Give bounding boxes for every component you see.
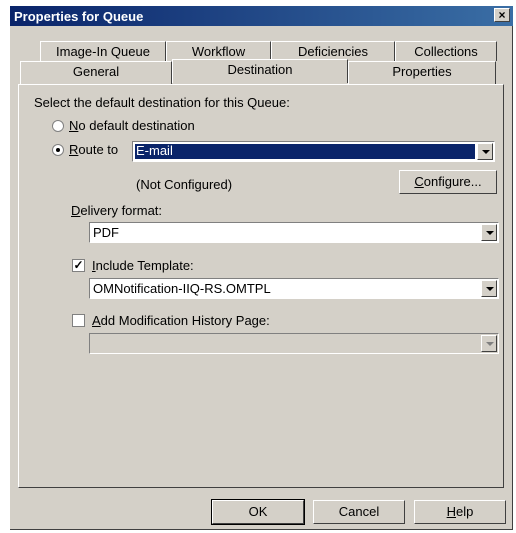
no-default-radio[interactable] <box>52 120 64 132</box>
tab-image-in-queue[interactable]: Image-In Queue <box>40 41 166 61</box>
help-label-rest: elp <box>456 504 474 519</box>
route-to-selection-highlight <box>135 144 475 159</box>
delivery-format-mnemonic: D <box>71 203 81 218</box>
cancel-button[interactable]: Cancel <box>313 500 405 524</box>
route-to-label-rest: oute to <box>78 142 119 157</box>
tab-workflow[interactable]: Workflow <box>166 41 271 61</box>
template-select[interactable]: OMNotification-IIQ-RS.OMTPL <box>89 278 499 299</box>
tab-properties-label: Properties <box>392 64 452 79</box>
no-default-label-rest: o default destination <box>78 118 195 133</box>
tab-deficiencies[interactable]: Deficiencies <box>271 41 395 61</box>
title-bar[interactable]: Properties for Queue × <box>10 6 513 26</box>
no-default-label[interactable]: No default destination <box>69 118 195 133</box>
history-dropdown-arrow-icon <box>481 335 497 352</box>
configure-button[interactable]: Configure... <box>399 170 497 194</box>
delivery-format-label-rest: elivery format: <box>80 203 163 218</box>
tab-deficiencies-label: Deficiencies <box>297 44 369 59</box>
route-to-radio[interactable] <box>52 144 64 156</box>
help-mnemonic: H <box>446 504 457 519</box>
route-to-label[interactable]: Route to <box>69 142 118 157</box>
no-default-mnemonic: N <box>69 118 79 133</box>
tab-general-label: General <box>72 64 120 79</box>
delivery-format-dropdown-arrow-icon[interactable] <box>481 224 497 241</box>
route-to-value: E-mail <box>136 143 173 158</box>
tab-general[interactable]: General <box>20 61 172 84</box>
route-to-mnemonic: R <box>69 142 79 157</box>
route-to-select[interactable]: E-mail <box>132 141 495 162</box>
tab-destination[interactable]: Destination <box>172 59 348 83</box>
add-history-checkbox[interactable] <box>72 314 85 327</box>
tab-destination-label: Destination <box>227 62 293 77</box>
include-template-label-rest: nclude Template: <box>95 258 194 273</box>
include-template-label[interactable]: Include Template: <box>92 258 194 273</box>
delivery-format-label: Delivery format: <box>71 203 162 218</box>
route-to-dropdown-arrow-icon[interactable] <box>477 143 493 160</box>
tab-collections-label: Collections <box>414 44 478 59</box>
configuration-status: (Not Configured) <box>136 177 233 192</box>
delivery-format-select[interactable]: PDF <box>89 222 499 243</box>
template-value: OMNotification-IIQ-RS.OMTPL <box>93 281 271 296</box>
tab-collections[interactable]: Collections <box>395 41 497 61</box>
history-page-select <box>89 333 499 354</box>
template-dropdown-arrow-icon[interactable] <box>481 280 497 297</box>
include-template-checkbox[interactable]: ✓ <box>72 259 85 272</box>
destination-prompt: Select the default destination for this … <box>34 95 290 110</box>
help-button[interactable]: Help <box>414 500 506 524</box>
add-history-label-rest: dd Modification History Page: <box>100 313 270 328</box>
delivery-format-value: PDF <box>93 225 119 240</box>
properties-dialog: Properties for Queue × Image-In Queue Wo… <box>10 6 513 530</box>
close-icon[interactable]: × <box>494 8 510 22</box>
dialog-title: Properties for Queue <box>14 9 144 24</box>
tab-properties[interactable]: Properties <box>348 61 496 84</box>
add-history-mnemonic: A <box>92 313 101 328</box>
tab-workflow-label: Workflow <box>191 44 246 59</box>
destination-panel: Select the default destination for this … <box>18 84 504 488</box>
configure-mnemonic: C <box>414 174 424 189</box>
configure-label-rest: onfigure... <box>423 174 482 189</box>
tab-image-in-queue-label: Image-In Queue <box>56 44 150 59</box>
add-history-label[interactable]: Add Modification History Page: <box>92 313 270 328</box>
ok-button[interactable]: OK <box>211 499 305 525</box>
